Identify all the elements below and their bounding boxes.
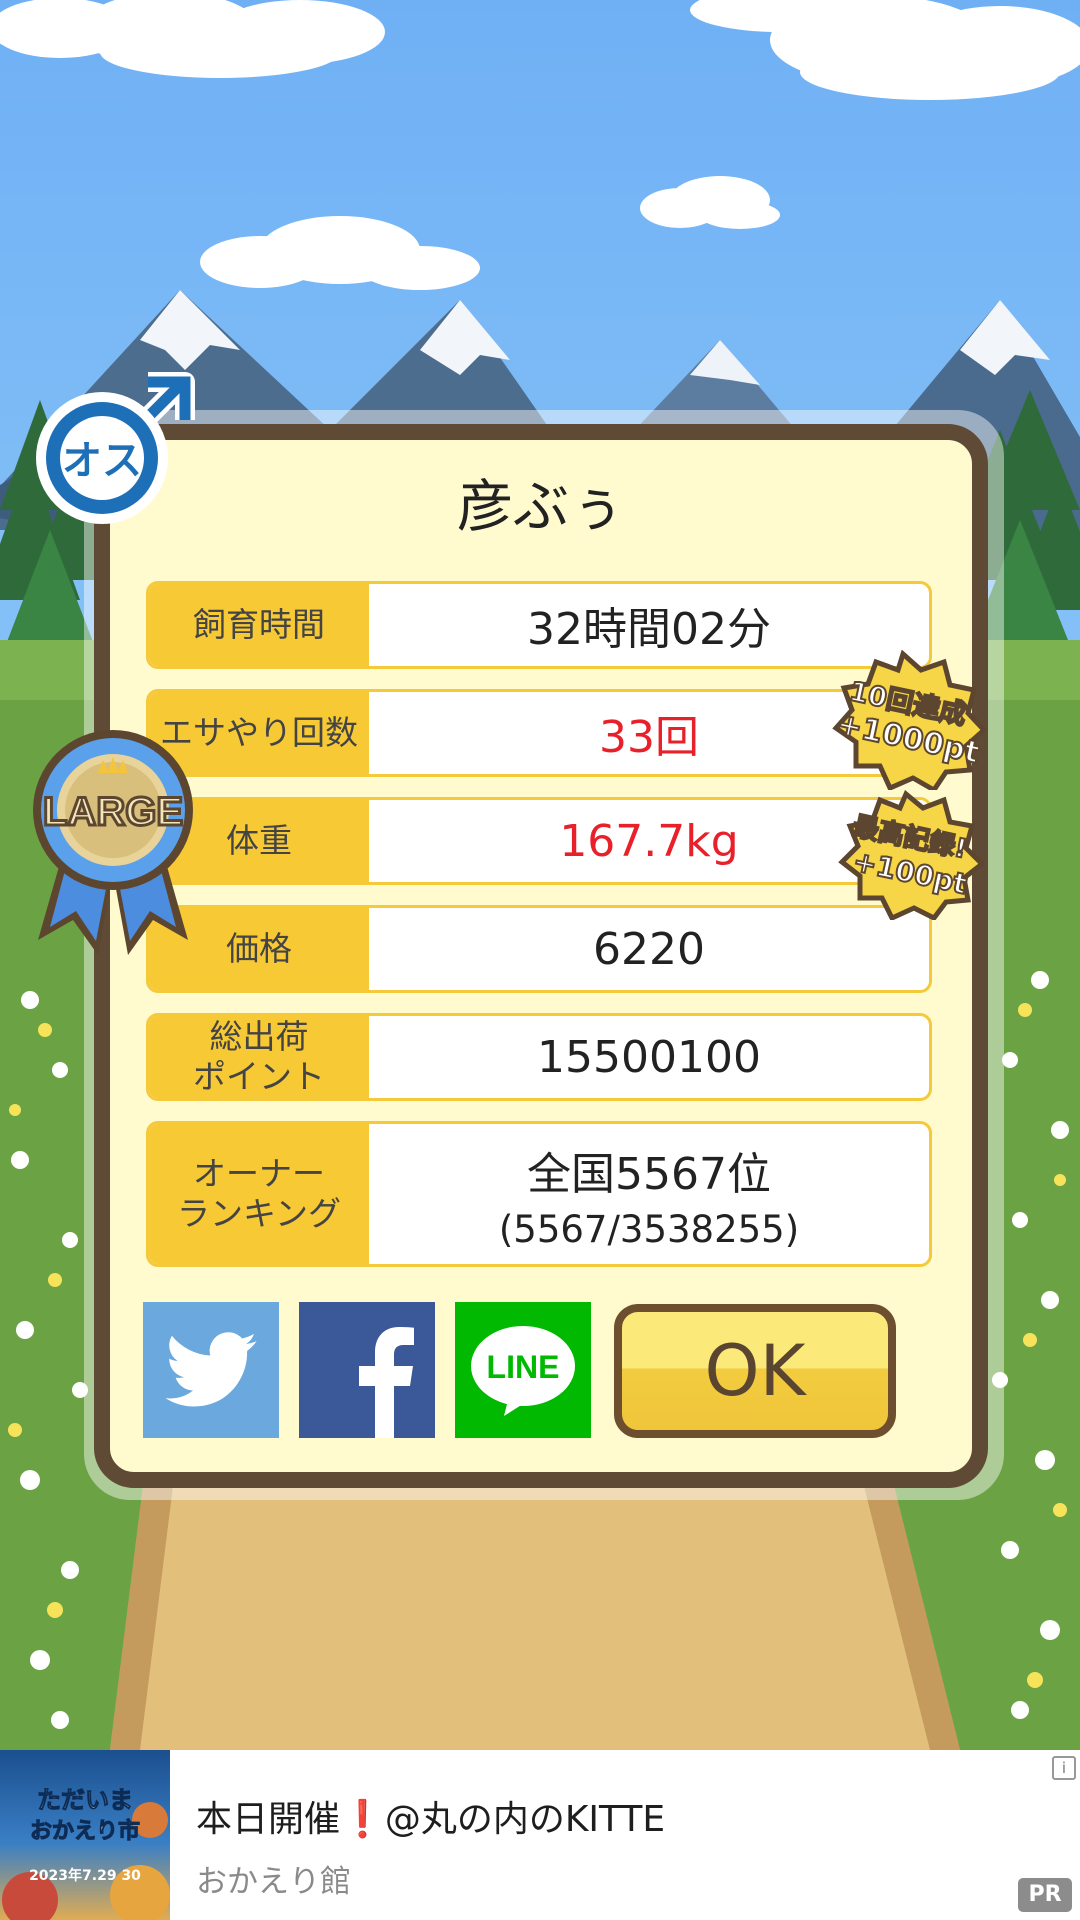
- game-scene: 彦ぶぅ 飼育時間 32時間02分 エサやり回数 33回 体重 167.7kg 価…: [0, 0, 1080, 1750]
- stat-row-owner-ranking: オーナー ランキング 全国5567位 (5567/3538255): [146, 1121, 932, 1267]
- stat-label: 飼育時間: [149, 584, 369, 666]
- stat-value: 全国5567位 (5567/3538255): [369, 1124, 929, 1264]
- stat-label-line2: ランキング: [176, 1194, 341, 1233]
- twitter-bird-icon: [165, 1332, 257, 1407]
- line-logo-text: LINE: [487, 1349, 560, 1385]
- size-label: LARGE: [43, 790, 183, 834]
- line-bubble-icon: LINE: [471, 1326, 575, 1416]
- size-ribbon-badge: LARGE: [18, 715, 208, 969]
- facebook-f-icon: [359, 1327, 414, 1438]
- stat-label-line1: 総出荷: [209, 1017, 309, 1056]
- ad-pr-badge: PR: [1018, 1878, 1072, 1912]
- ranking-national: 全国5567位: [527, 1148, 771, 1200]
- ad-headline[interactable]: 本日開催❗@丸の内のKITTE: [196, 1790, 665, 1842]
- stat-label: 総出荷 ポイント: [149, 1016, 369, 1098]
- ad-advertiser: おかえり館: [196, 1864, 351, 1900]
- ok-button[interactable]: OK: [614, 1304, 896, 1438]
- stat-row-weight: 体重 167.7kg: [146, 797, 932, 885]
- stat-row-feedings: エサやり回数 33回: [146, 689, 932, 777]
- ad-banner[interactable]: ただいま おかえり市 2023年7.29 30 本日開催❗@丸の内のKITTE …: [0, 1750, 1080, 1920]
- stat-row-price: 価格 6220: [146, 905, 932, 993]
- ad-image[interactable]: ただいま おかえり市 2023年7.29 30: [0, 1750, 170, 1920]
- facebook-share-button[interactable]: [299, 1302, 435, 1438]
- male-gender-badge: オス: [30, 370, 200, 534]
- pig-name: 彦ぶぅ: [457, 475, 625, 540]
- line-share-button[interactable]: LINE: [455, 1302, 591, 1438]
- stat-value: 15500100: [537, 1031, 761, 1083]
- ad-image-title-line1: ただいま: [37, 1786, 133, 1814]
- ad-image-title-line2: おかえり市: [30, 1818, 140, 1844]
- ad-info-icon[interactable]: i: [1052, 1756, 1076, 1780]
- stat-label-line1: オーナー: [193, 1154, 325, 1193]
- stat-label-line2: ポイント: [193, 1057, 325, 1096]
- combo-bonus-badge: 10回達成 +1000pt: [818, 649, 988, 794]
- twitter-share-button[interactable]: [143, 1302, 279, 1438]
- stat-row-rearing-time: 飼育時間 32時間02分: [146, 581, 932, 669]
- ad-image-date: 2023年7.29 30: [29, 1867, 141, 1884]
- record-bonus-badge: 最高記録! +100pt: [826, 789, 986, 924]
- stat-label: オーナー ランキング: [149, 1124, 369, 1264]
- ranking-fraction: (5567/3538255): [498, 1207, 800, 1251]
- stat-row-shipping-points: 総出荷 ポイント 15500100: [146, 1013, 932, 1101]
- gender-label: オス: [62, 438, 142, 484]
